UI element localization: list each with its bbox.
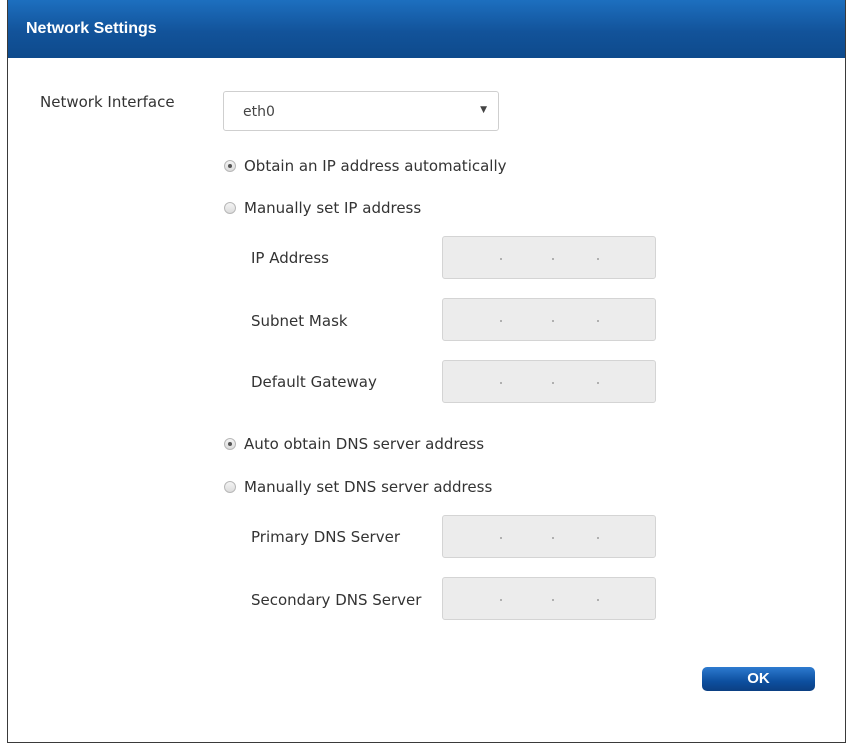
ip-address-input[interactable] [442,236,656,279]
dialog-title: Network Settings [26,20,157,37]
secondary-dns-input[interactable] [442,577,656,620]
default-gateway-input[interactable] [442,360,656,403]
ip-auto-radio-option[interactable]: Obtain an IP address automatically [224,157,507,175]
primary-dns-label: Primary DNS Server [251,528,400,546]
default-gateway-label: Default Gateway [251,373,377,391]
network-settings-dialog: Network Settings Network Interface eth0 … [7,0,846,743]
dns-manual-label: Manually set DNS server address [244,478,493,496]
primary-dns-input[interactable] [442,515,656,558]
dns-auto-label: Auto obtain DNS server address [244,435,485,453]
subnet-mask-input[interactable] [442,298,656,341]
ip-manual-radio[interactable] [224,202,236,214]
ip-manual-label: Manually set IP address [244,199,422,217]
dns-manual-radio[interactable] [224,481,236,493]
dns-auto-radio[interactable] [224,438,236,450]
ip-address-label: IP Address [251,249,329,267]
network-interface-select[interactable]: eth0 ▼ [223,91,499,131]
subnet-mask-label: Subnet Mask [251,312,348,330]
ok-button[interactable]: OK [702,667,815,691]
ip-auto-label: Obtain an IP address automatically [244,157,507,175]
dns-manual-radio-option[interactable]: Manually set DNS server address [224,478,492,496]
ip-manual-radio-option[interactable]: Manually set IP address [224,199,421,217]
dns-auto-radio-option[interactable]: Auto obtain DNS server address [224,435,484,453]
chevron-down-icon: ▼ [480,105,487,115]
dialog-title-bar: Network Settings [8,0,845,58]
network-interface-value: eth0 [243,104,275,120]
secondary-dns-label: Secondary DNS Server [251,591,422,609]
ip-auto-radio[interactable] [224,160,236,172]
network-interface-label: Network Interface [40,93,175,111]
